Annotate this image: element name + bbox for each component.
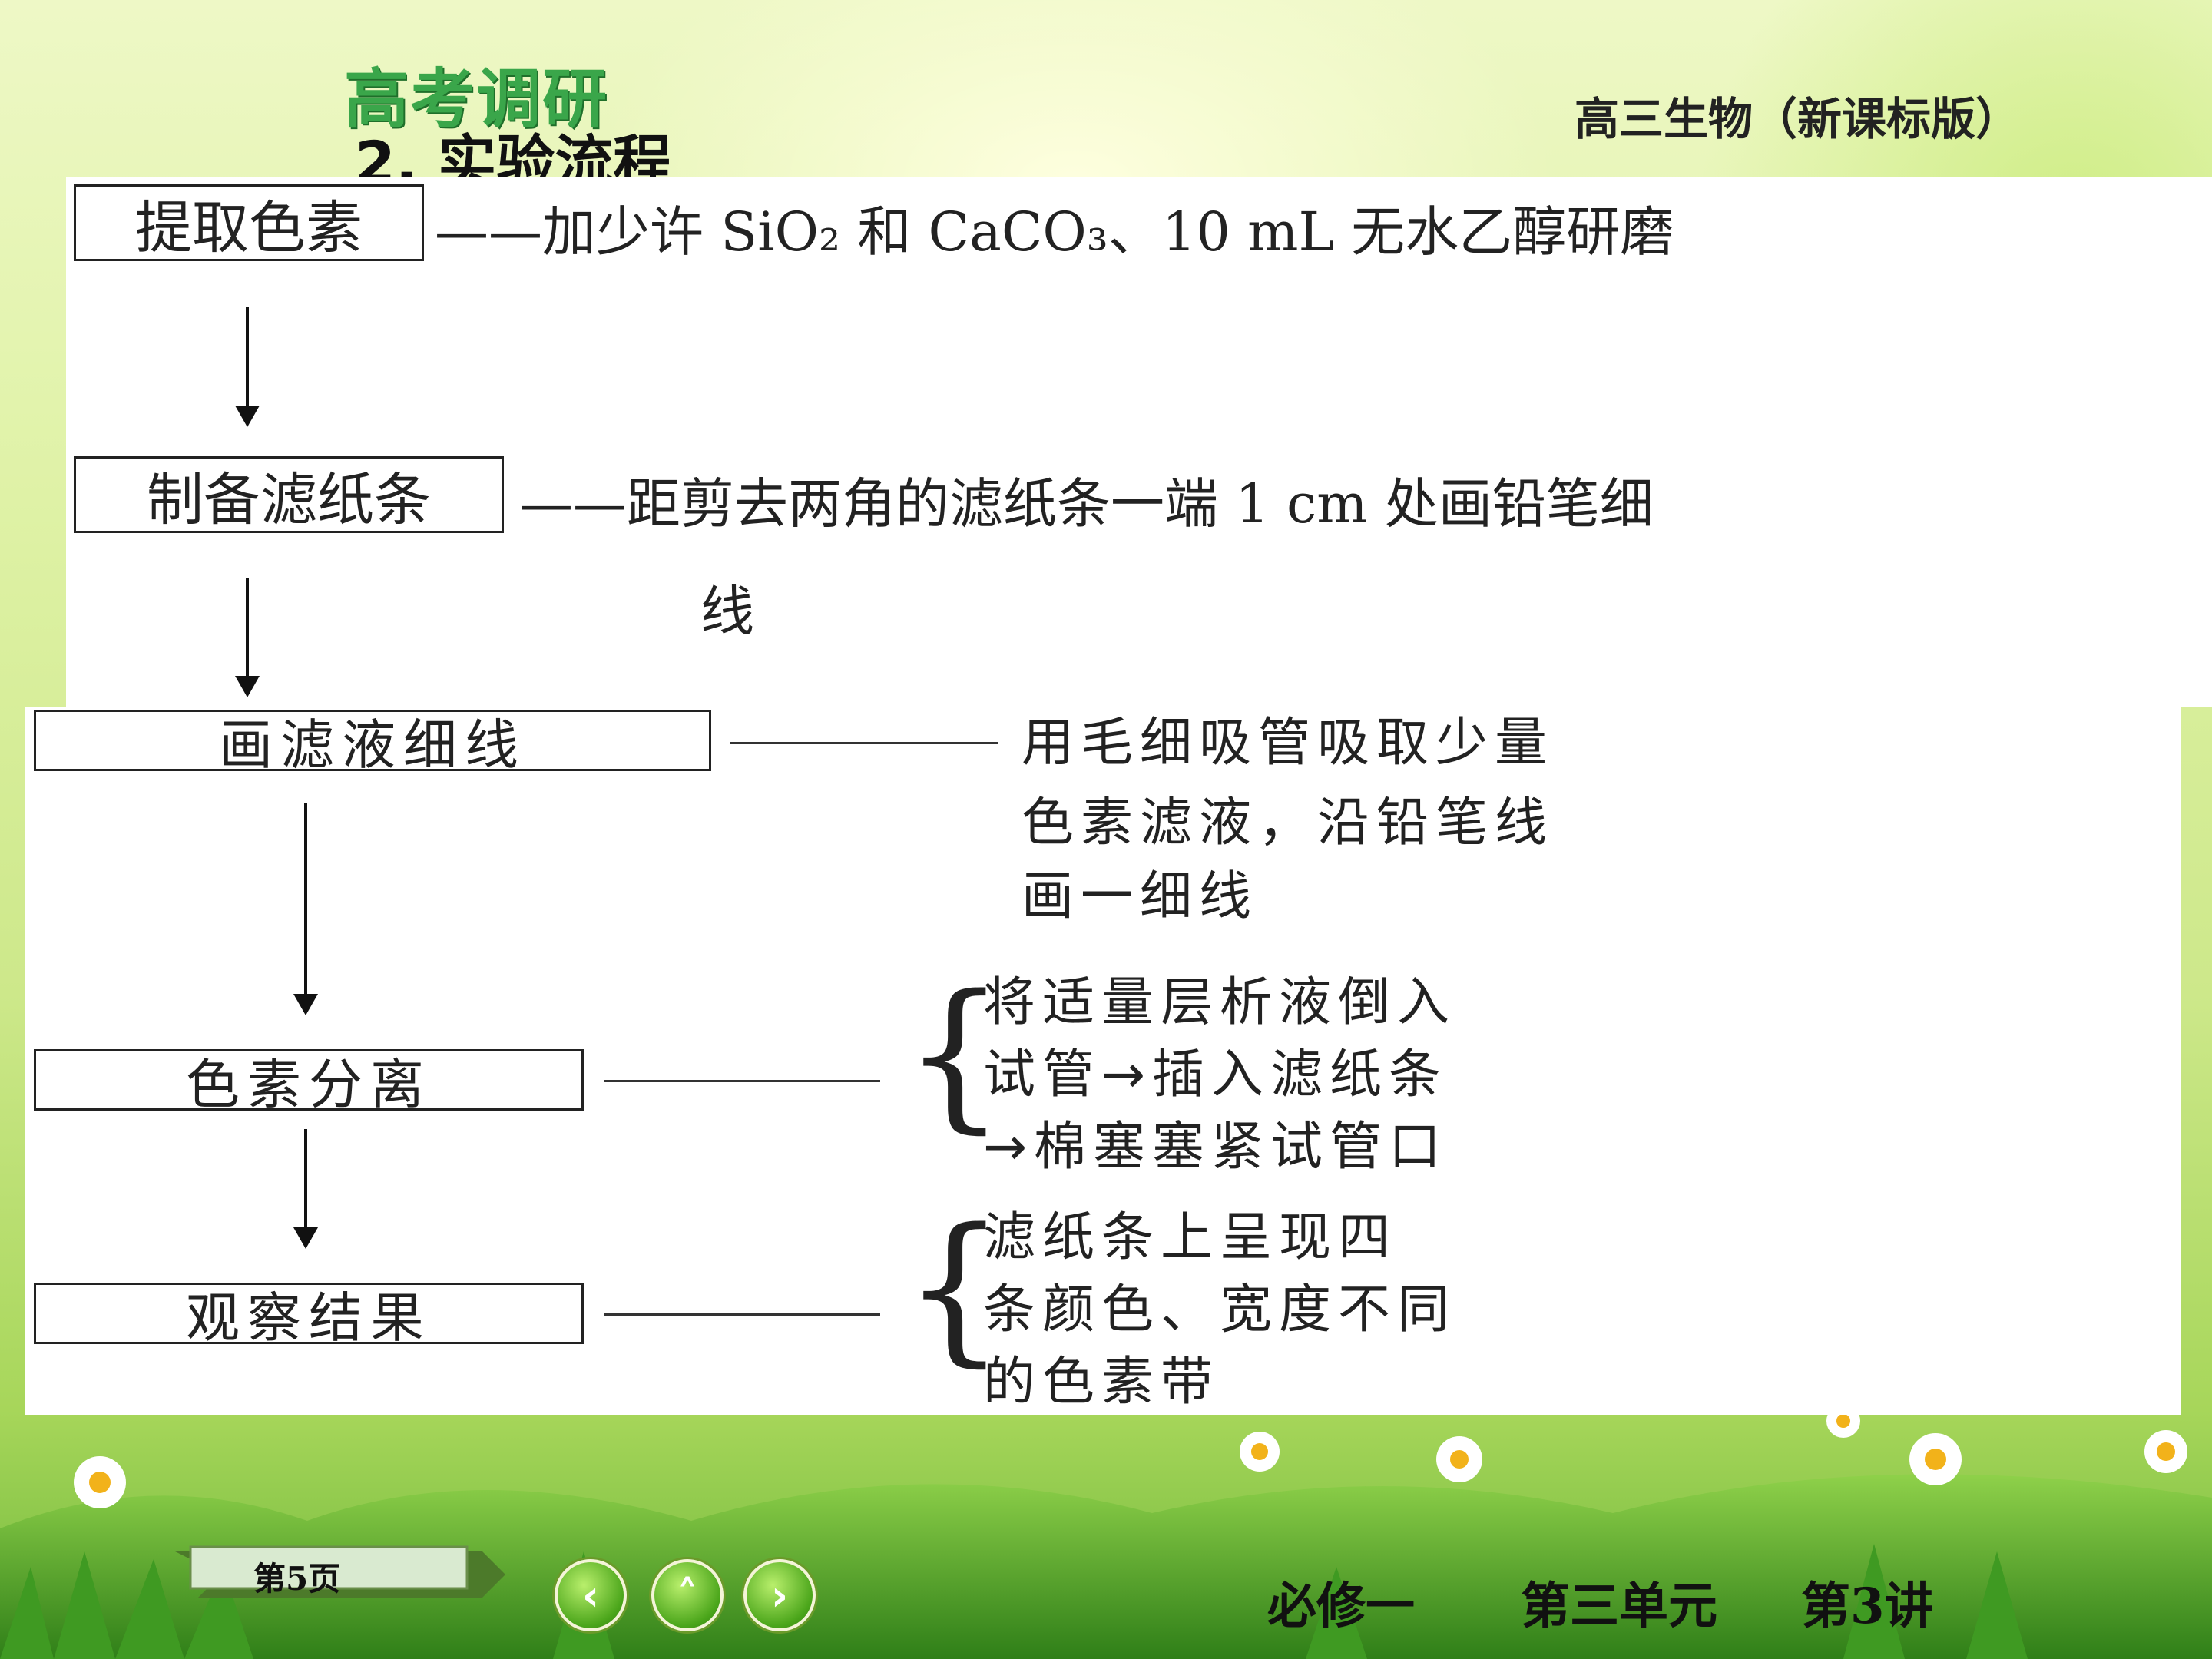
connector-line-5 xyxy=(604,1313,880,1316)
chevron-left-icon: ‹ xyxy=(581,1571,600,1620)
step-draw-filtrate-line-desc-3: 画一细线 xyxy=(1022,866,1259,927)
course-subtitle: 高三生物（新课标版） xyxy=(1574,93,2020,145)
footer-unit: 第三单元 xyxy=(1521,1578,1717,1635)
chevron-right-icon: › xyxy=(770,1571,789,1620)
step-observe-results-desc-2: 条颜色、宽度不同 xyxy=(983,1280,1457,1340)
step-draw-filtrate-line-desc-2: 色素滤液，沿铅笔线 xyxy=(1022,793,1555,853)
prev-page-button[interactable]: ‹ xyxy=(555,1559,627,1631)
next-page-button[interactable]: › xyxy=(743,1559,816,1631)
step-prepare-filter-paper-desc-1: ——距剪去两角的滤纸条一端 1 cm 处画铅笔细 xyxy=(519,472,1654,535)
flow-arrow-4 xyxy=(293,1129,318,1249)
page-number: 第5页 xyxy=(253,1560,341,1598)
connector-line-4 xyxy=(604,1080,880,1082)
flow-arrow-1 xyxy=(235,307,260,427)
step-draw-filtrate-line-desc-1: 用毛细吸管吸取少量 xyxy=(1022,713,1555,773)
home-up-button[interactable]: ˄ xyxy=(651,1559,724,1631)
step-pigment-separation-desc-3: →棉塞塞紧试管口 xyxy=(983,1117,1448,1177)
connector-line-3 xyxy=(730,742,998,744)
step-prepare-filter-paper: 制备滤纸条 xyxy=(74,456,504,533)
step-pigment-separation-desc-2: 试管→插入滤纸条 xyxy=(983,1045,1448,1105)
flow-arrow-3 xyxy=(293,803,318,1015)
step-pigment-separation: 色素分离 xyxy=(34,1049,584,1116)
step-observe-results: 观察结果 xyxy=(34,1283,584,1349)
step-observe-results-desc-3: 的色素带 xyxy=(983,1352,1220,1412)
step-observe-results-desc-1: 滤纸条上呈现四 xyxy=(983,1207,1398,1268)
step-extract-pigment: 提取色素 xyxy=(74,184,424,261)
flow-arrow-2 xyxy=(235,578,260,697)
chevron-up-icon: ˄ xyxy=(677,1571,698,1620)
footer-lecture: 第3讲 xyxy=(1801,1578,1934,1635)
step-draw-filtrate-line: 画滤液细线 xyxy=(34,710,711,777)
step-pigment-separation-desc-1: 将适量层析液倒入 xyxy=(983,972,1457,1033)
step-prepare-filter-paper-desc-2: 线 xyxy=(700,580,754,643)
footer-course: 必修一 xyxy=(1267,1578,1415,1635)
step-extract-pigment-desc: ——加少许 SiO₂ 和 CaCO₃、10 mL 无水乙醇研磨 xyxy=(435,200,1674,263)
